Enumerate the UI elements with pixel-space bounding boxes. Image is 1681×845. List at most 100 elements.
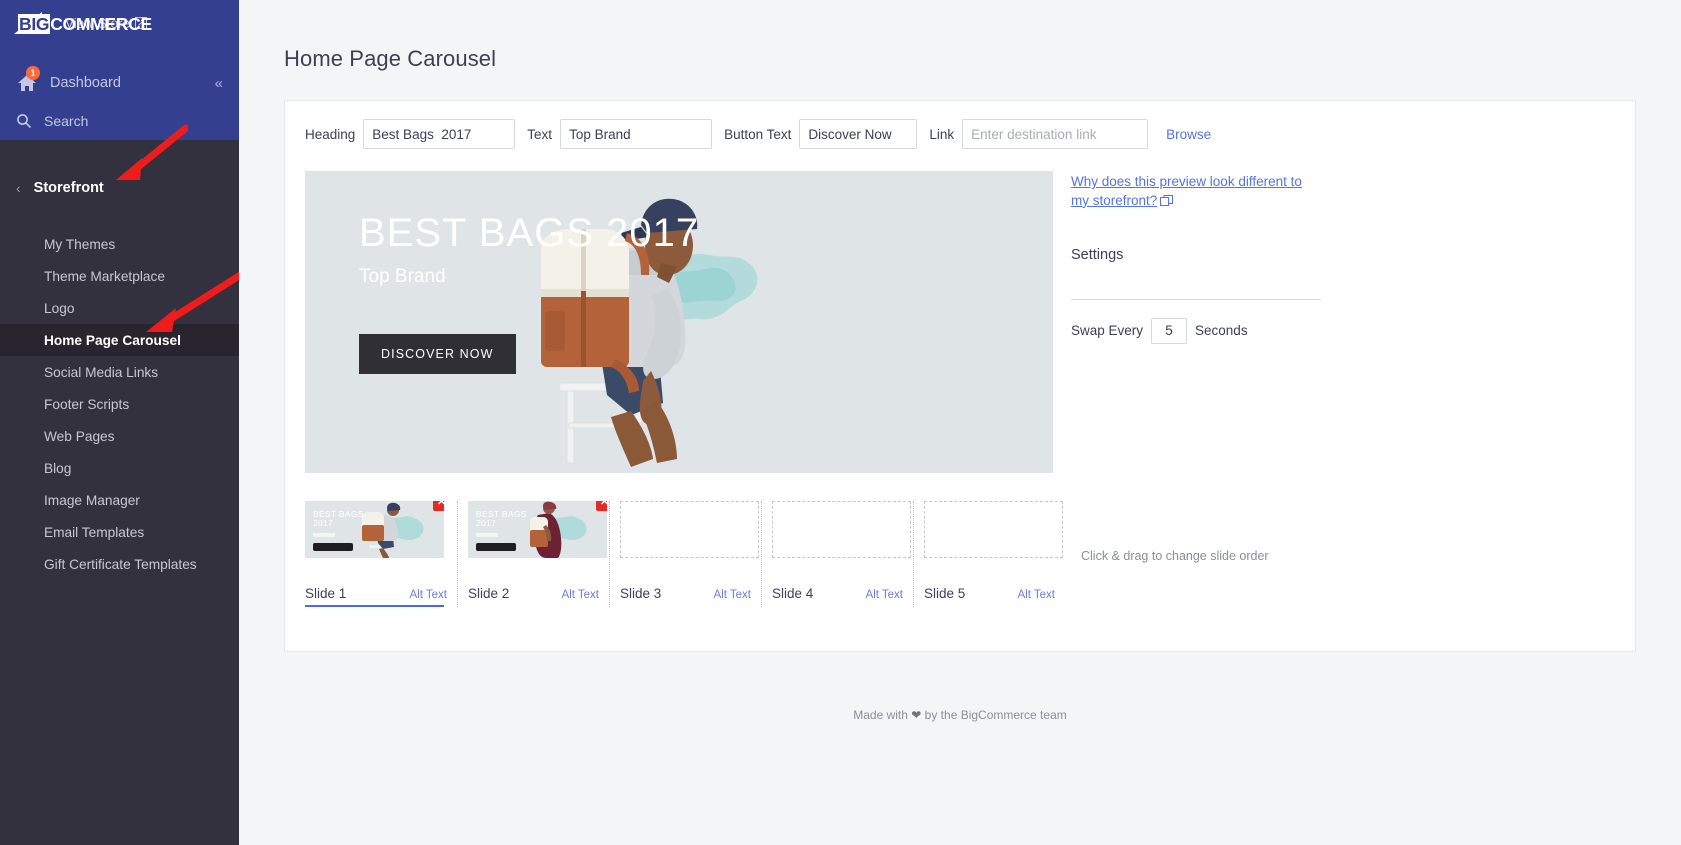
seconds-label: Seconds (1195, 323, 1248, 339)
slide-label-2: Slide 2 (468, 586, 510, 601)
link-input[interactable] (962, 119, 1149, 149)
text-label: Text (527, 126, 553, 142)
slide-label-4: Slide 4 (772, 586, 814, 601)
app-root: BIGCOMMERCE View Store 1 Dashboard « Sea… (0, 0, 1681, 845)
page-title: Home Page Carousel (284, 46, 497, 71)
preview-subheading: Top Brand (359, 266, 446, 287)
delete-slide-button-2[interactable]: ✕ (596, 501, 607, 511)
preview-help-label: Why does this preview look different to … (1071, 174, 1302, 208)
sidebar-item-blog[interactable]: Blog (0, 452, 239, 484)
slide-thumbnail-5[interactable] (924, 501, 1063, 558)
text-input[interactable] (560, 119, 713, 149)
heading-input[interactable] (363, 119, 516, 149)
slide-meta-1: Slide 1 Alt Text (305, 586, 449, 601)
collapse-sidebar-icon[interactable]: « (215, 75, 223, 92)
sidebar: BIGCOMMERCE View Store 1 Dashboard « Sea… (0, 0, 246, 845)
swap-interval-input[interactable] (1151, 317, 1188, 344)
slide-thumbnail-2[interactable]: BEST BAGS 2017 ✕ (468, 501, 607, 558)
brand-bar: BIGCOMMERCE View Store (0, 0, 239, 46)
slides-section: BEST BAGS 2017 ✕ Slide 1 Alt Text BEST B… (285, 473, 1635, 607)
sidebar-item-my-themes[interactable]: My Themes (0, 228, 239, 260)
drag-order-hint: Click & drag to change slide order (1081, 549, 1269, 563)
sidebar-item-dashboard[interactable]: 1 Dashboard « (0, 61, 239, 105)
slide-item-5[interactable]: Slide 5 Alt Text (913, 501, 1065, 607)
sidebar-item-social-media-links[interactable]: Social Media Links (0, 356, 239, 388)
slide-label-3: Slide 3 (620, 586, 662, 601)
slide-item-4[interactable]: Slide 4 Alt Text (761, 501, 913, 607)
slide-label-1: Slide 1 (305, 586, 347, 601)
alt-text-link-2[interactable]: Alt Text (562, 589, 600, 601)
slide-active-underline-5 (924, 605, 1063, 607)
sidebar-item-home-page-carousel[interactable]: Home Page Carousel (0, 324, 239, 356)
thumb-cta-1 (313, 543, 353, 551)
carousel-card: Heading Text Button Text Link Browse (284, 100, 1636, 652)
notification-badge: 1 (26, 66, 40, 80)
slide-active-underline-2 (468, 605, 607, 607)
sidebar-section-label: Storefront (33, 180, 104, 196)
alt-text-link-1[interactable]: Alt Text (410, 589, 448, 601)
sidebar-item-footer-scripts[interactable]: Footer Scripts (0, 388, 239, 420)
home-icon: 1 (16, 66, 40, 93)
popout-window-icon (1160, 194, 1174, 213)
footer-suffix: by the BigCommerce team (921, 708, 1067, 722)
dashboard-label: Dashboard (50, 75, 121, 91)
slide-active-underline-4 (772, 605, 911, 607)
sidebar-item-web-pages[interactable]: Web Pages (0, 420, 239, 452)
button-text-input[interactable] (799, 119, 918, 149)
slide-label-5: Slide 5 (924, 586, 966, 601)
logo-text: BIGCOMMERCE (18, 14, 152, 34)
sidebar-menu: My Themes Theme Marketplace Logo Home Pa… (0, 228, 239, 580)
preview-cta-button[interactable]: DISCOVER NOW (359, 334, 516, 374)
main-content: Home Page Carousel Heading Text Button T… (239, 0, 1681, 845)
swap-interval-row: Swap Every Seconds (1071, 317, 1321, 344)
link-label: Link (929, 126, 955, 142)
settings-panel: Why does this preview look different to … (1071, 171, 1321, 473)
slide-fields-row: Heading Text Button Text Link Browse (285, 101, 1635, 149)
slide-thumbnail-1[interactable]: BEST BAGS 2017 ✕ (305, 501, 444, 558)
alt-text-link-5[interactable]: Alt Text (1018, 589, 1056, 601)
settings-title: Settings (1071, 246, 1124, 263)
footer-prefix: Made with (853, 708, 912, 722)
slide-item-1[interactable]: BEST BAGS 2017 ✕ Slide 1 Alt Text (305, 501, 457, 607)
sidebar-section-storefront[interactable]: ‹ Storefront (0, 162, 239, 214)
heart-icon: ❤ (911, 708, 922, 722)
alt-text-link-3[interactable]: Alt Text (714, 589, 752, 601)
sidebar-item-gift-certificate-templates[interactable]: Gift Certificate Templates (0, 548, 239, 580)
slide-meta-3: Slide 3 Alt Text (620, 586, 753, 601)
logo-commerce-text: COMMERCE (50, 14, 152, 34)
thumb-heading-2: BEST BAGS 2017 (476, 509, 527, 529)
logo-big-text: BIG (18, 14, 51, 34)
thumb-subheading-1 (313, 533, 335, 537)
thumb-subheading-2 (476, 533, 498, 537)
footer-credit: Made with ❤ by the BigCommerce team (239, 708, 1681, 722)
slide-active-underline-3 (620, 605, 759, 607)
slide-meta-2: Slide 2 Alt Text (468, 586, 601, 601)
sidebar-item-email-templates[interactable]: Email Templates (0, 516, 239, 548)
sidebar-item-logo[interactable]: Logo (0, 292, 239, 324)
bigcommerce-logo[interactable]: BIGCOMMERCE (14, 12, 152, 34)
button-text-label: Button Text (724, 126, 792, 142)
swap-every-label: Swap Every (1071, 323, 1144, 339)
slide-meta-4: Slide 4 Alt Text (772, 586, 905, 601)
search-icon (16, 113, 32, 129)
browse-button[interactable]: Browse (1166, 127, 1211, 142)
sidebar-item-theme-marketplace[interactable]: Theme Marketplace (0, 260, 239, 292)
slide-active-underline-1 (305, 605, 444, 607)
slide-thumbnail-4[interactable] (772, 501, 911, 558)
preview-and-settings: BEST BAGS 2017 Top Brand DISCOVER NOW Wh… (285, 149, 1635, 473)
settings-divider (1071, 298, 1321, 300)
slide-meta-5: Slide 5 Alt Text (924, 586, 1057, 601)
slide-item-2[interactable]: BEST BAGS 2017 ✕ Slide 2 Alt Text (457, 501, 609, 607)
alt-text-link-4[interactable]: Alt Text (866, 589, 904, 601)
sidebar-item-search[interactable]: Search (0, 105, 239, 137)
slide-item-3[interactable]: Slide 3 Alt Text (609, 501, 761, 607)
heading-label: Heading (305, 126, 356, 142)
thumb-cta-2 (476, 543, 516, 551)
thumb-heading-1: BEST BAGS 2017 (313, 509, 364, 529)
slide-thumbnail-3[interactable] (620, 501, 759, 558)
preview-help-link[interactable]: Why does this preview look different to … (1071, 173, 1321, 213)
chevron-left-icon[interactable]: ‹ (16, 180, 21, 196)
delete-slide-button-1[interactable]: ✕ (433, 501, 444, 511)
sidebar-item-image-manager[interactable]: Image Manager (0, 484, 239, 516)
search-label: Search (44, 113, 89, 129)
